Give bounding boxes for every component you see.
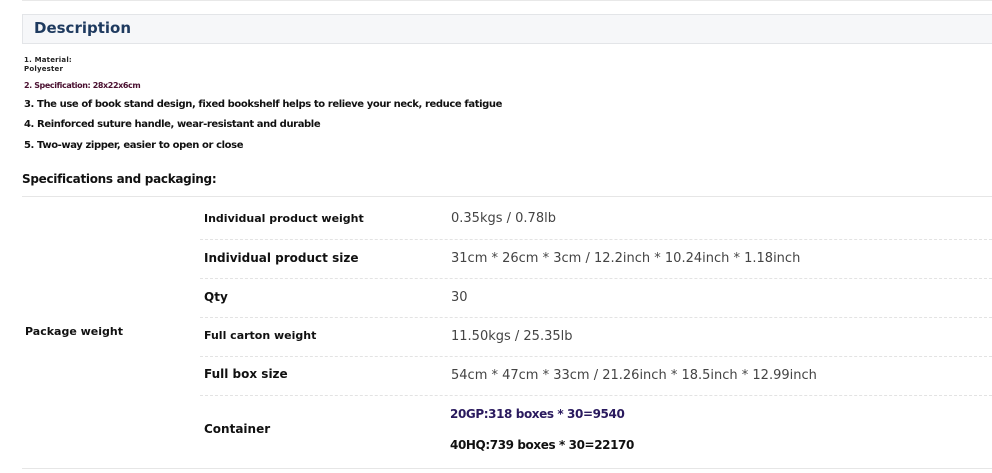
- specification-point: 2. Specification: 28x22x6cm: [24, 81, 141, 90]
- material-value: Polyester: [24, 65, 64, 73]
- row-divider: [200, 278, 992, 279]
- container-value-20gp: 20GP:318 boxes * 30=9540: [450, 407, 625, 421]
- top-divider: [22, 0, 992, 1]
- row-divider: [200, 356, 992, 357]
- row-label-size: Individual product size: [204, 251, 359, 265]
- row-label-weight: Individual product weight: [204, 212, 364, 225]
- row-label-carton-weight: Full carton weight: [204, 329, 317, 342]
- table-bottom-border: [22, 468, 992, 469]
- row-value-qty: 30: [451, 290, 468, 305]
- row-divider: [200, 239, 992, 240]
- row-label-container: Container: [204, 422, 271, 436]
- row-value-carton-weight: 11.50kgs / 25.35lb: [451, 329, 573, 344]
- description-header: Description: [22, 14, 992, 44]
- row-value-size: 31cm * 26cm * 3cm / 12.2inch * 10.24inch…: [451, 251, 801, 266]
- container-value-40hq: 40HQ:739 boxes * 30=22170: [450, 438, 634, 452]
- handle-point: 4. Reinforced suture handle, wear-resist…: [24, 119, 321, 130]
- row-label-qty: Qty: [204, 290, 228, 304]
- row-value-box-size: 54cm * 47cm * 33cm / 21.26inch * 18.5inc…: [451, 368, 817, 383]
- row-value-weight: 0.35kgs / 0.78lb: [451, 211, 556, 226]
- package-weight-label: Package weight: [25, 325, 123, 338]
- row-divider: [200, 317, 992, 318]
- description-title: Description: [34, 19, 132, 37]
- book-stand-point: 3. The use of book stand design, fixed b…: [24, 99, 502, 110]
- row-label-box-size: Full box size: [204, 367, 288, 381]
- table-top-border: [22, 196, 992, 197]
- row-divider: [200, 395, 992, 396]
- specifications-heading: Specifications and packaging:: [22, 172, 217, 186]
- material-label: 1. Material:: [24, 56, 72, 64]
- zipper-point: 5. Two-way zipper, easier to open or clo…: [24, 140, 244, 151]
